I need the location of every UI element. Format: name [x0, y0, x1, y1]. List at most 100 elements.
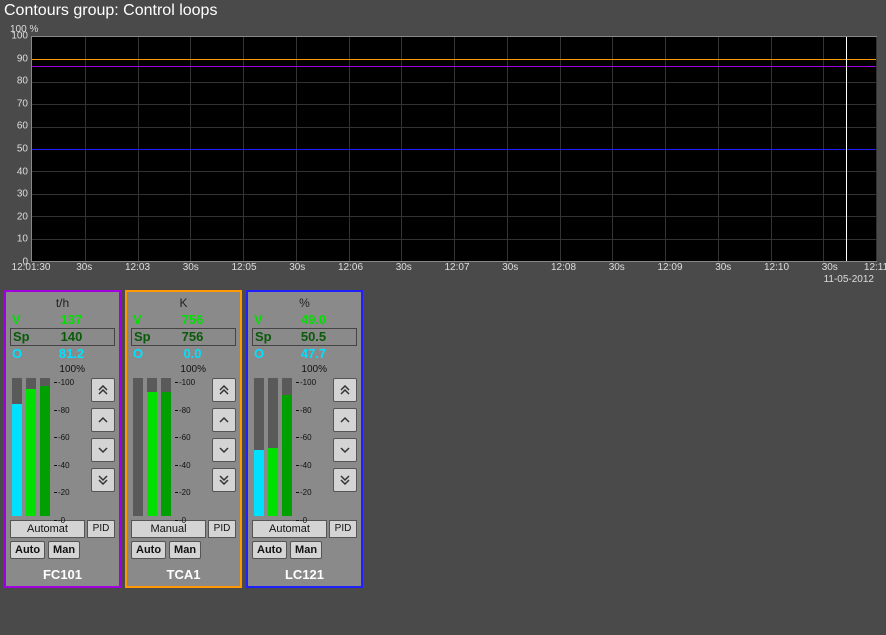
val-bar — [26, 378, 36, 516]
out-bar — [133, 378, 143, 516]
loop-values: V137 Sp140 O81.2 — [10, 312, 115, 362]
step-up-button[interactable] — [91, 408, 115, 432]
v-value: 49.0 — [272, 312, 355, 328]
bar-tick: -20 — [179, 488, 191, 497]
y-tick: 50 — [17, 144, 28, 155]
bar-tick: -100 — [179, 378, 195, 387]
v-label: V — [254, 312, 272, 328]
bar-tick: -40 — [179, 461, 191, 470]
page-title: Contours group: Control loops — [0, 0, 886, 22]
trace-line — [32, 66, 876, 67]
v-label: V — [133, 312, 151, 328]
sp-value[interactable]: 756 — [152, 329, 233, 345]
bar-tick: -60 — [300, 433, 312, 442]
loop-values: V49.0 Sp50.5 O47.7 — [252, 312, 357, 362]
y-tick: 90 — [17, 53, 28, 64]
auto-button[interactable]: Auto — [10, 541, 45, 559]
bar-scale-label: 100% — [301, 364, 327, 375]
x-tick: 12:05 — [231, 262, 256, 273]
step-up-fast-button[interactable] — [212, 378, 236, 402]
sp-bar — [40, 378, 50, 516]
man-button[interactable]: Man — [290, 541, 322, 559]
bar-tick: -80 — [58, 406, 70, 415]
mode-display: Manual — [131, 520, 206, 538]
o-value: 0.0 — [151, 346, 234, 362]
o-label: O — [12, 346, 30, 362]
sp-bar — [282, 378, 292, 516]
step-up-fast-button[interactable] — [333, 378, 357, 402]
y-tick: 10 — [17, 234, 28, 245]
bar-tick: -20 — [300, 488, 312, 497]
bar-tick: -40 — [300, 461, 312, 470]
o-value: 81.2 — [30, 346, 113, 362]
sp-value[interactable]: 140 — [31, 329, 112, 345]
chart-cursor[interactable] — [846, 37, 847, 261]
chart-plot-area[interactable] — [31, 36, 877, 262]
x-axis: 11-05-2012 12:01:3030s12:0330s12:0530s12… — [6, 262, 880, 286]
val-bar — [268, 378, 278, 516]
y-tick: 30 — [17, 189, 28, 200]
bar-tick: -60 — [179, 433, 191, 442]
man-button[interactable]: Man — [48, 541, 80, 559]
loop-values: V756 Sp756 O0.0 — [131, 312, 236, 362]
bar-tick: -80 — [300, 406, 312, 415]
step-down-button[interactable] — [212, 438, 236, 462]
x-tick: 12:08 — [551, 262, 576, 273]
loop-name: LC121 — [285, 567, 324, 582]
x-tick: 12:07 — [444, 262, 469, 273]
bar-tick: -0 — [300, 516, 307, 525]
loop-unit: t/h — [56, 296, 69, 310]
y-tick: 100 — [11, 31, 28, 42]
out-bar — [12, 378, 22, 516]
x-tick: 12:11:30 — [864, 262, 886, 273]
pid-button[interactable]: PID — [329, 520, 357, 538]
x-tick: 30s — [822, 262, 838, 273]
man-button[interactable]: Man — [169, 541, 201, 559]
pid-button[interactable]: PID — [208, 520, 236, 538]
x-tick: 30s — [396, 262, 412, 273]
auto-button[interactable]: Auto — [252, 541, 287, 559]
step-down-button[interactable] — [333, 438, 357, 462]
out-bar — [254, 378, 264, 516]
trend-chart: 100 % 1009080706050403020100 — [6, 24, 880, 262]
y-tick: 40 — [17, 166, 28, 177]
o-value: 47.7 — [272, 346, 355, 362]
step-up-button[interactable] — [212, 408, 236, 432]
y-tick: 60 — [17, 121, 28, 132]
loop-unit: % — [299, 296, 310, 310]
x-tick: 30s — [715, 262, 731, 273]
bar-tick: -100 — [58, 378, 74, 387]
chart-date: 11-05-2012 — [824, 274, 874, 285]
trace-line — [32, 59, 876, 60]
x-tick: 12:06 — [338, 262, 363, 273]
step-down-fast-button[interactable] — [333, 468, 357, 492]
bar-scale-label: 100% — [59, 364, 85, 375]
bar-tick: -60 — [58, 433, 70, 442]
step-down-fast-button[interactable] — [212, 468, 236, 492]
sp-value[interactable]: 50.5 — [273, 329, 354, 345]
control-loops-row: t/h V137 Sp140 O81.2 100% -100-80-60-40-… — [0, 286, 886, 588]
y-tick: 20 — [17, 211, 28, 222]
bar-tick: -0 — [58, 516, 65, 525]
mode-display: Automat — [10, 520, 85, 538]
sp-label: Sp — [255, 329, 273, 345]
x-tick: 30s — [502, 262, 518, 273]
auto-button[interactable]: Auto — [131, 541, 166, 559]
trace-line — [32, 149, 876, 150]
sp-bar — [161, 378, 171, 516]
sp-label: Sp — [13, 329, 31, 345]
step-up-fast-button[interactable] — [91, 378, 115, 402]
x-tick: 30s — [289, 262, 305, 273]
loop-panel-TCA1: K V756 Sp756 O0.0 100% -100-80-60-40-20-… — [125, 290, 242, 588]
sp-label: Sp — [134, 329, 152, 345]
bar-tick: -0 — [179, 516, 186, 525]
bar-tick: -40 — [58, 461, 70, 470]
v-value: 137 — [30, 312, 113, 328]
o-label: O — [133, 346, 151, 362]
bar-tick: -100 — [300, 378, 316, 387]
step-down-button[interactable] — [91, 438, 115, 462]
v-value: 756 — [151, 312, 234, 328]
step-down-fast-button[interactable] — [91, 468, 115, 492]
step-up-button[interactable] — [333, 408, 357, 432]
pid-button[interactable]: PID — [87, 520, 115, 538]
